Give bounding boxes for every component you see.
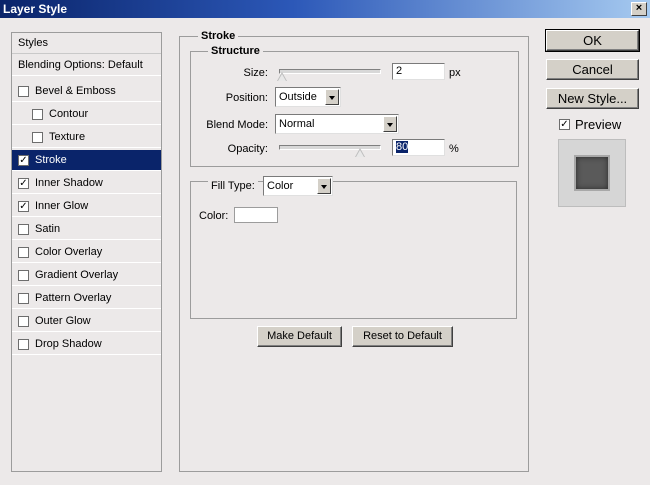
fill-type-group: Fill Type: Color Color:	[190, 176, 517, 319]
ok-label: OK	[583, 33, 602, 48]
sidebar-item-texture[interactable]: Texture	[12, 127, 161, 148]
sidebar-item-bevel-emboss[interactable]: Bevel & Emboss	[12, 81, 161, 102]
preview-checkbox[interactable]: ✓	[559, 119, 570, 130]
sidebar-item-color-overlay[interactable]: Color Overlay	[12, 242, 161, 263]
sidebar-item-inner-glow[interactable]: ✓ Inner Glow	[12, 196, 161, 217]
sidebar-item-outer-glow[interactable]: Outer Glow	[12, 311, 161, 332]
fill-type-value: Color	[267, 180, 294, 192]
stroke-checkbox[interactable]: ✓	[18, 154, 29, 166]
sidebar-item-pattern-overlay[interactable]: Pattern Overlay	[12, 288, 161, 309]
new-style-label: New Style...	[557, 91, 628, 106]
structure-group: Structure Size: 2 px Position: Outside B…	[190, 45, 519, 167]
cancel-button[interactable]: Cancel	[546, 59, 639, 80]
sidebar-item-label: Inner Shadow	[35, 177, 103, 189]
sidebar-item-drop-shadow[interactable]: Drop Shadow	[12, 334, 161, 355]
pattern-overlay-checkbox[interactable]	[18, 292, 29, 304]
opacity-value: 80	[396, 141, 409, 153]
opacity-slider-thumb[interactable]	[355, 148, 365, 157]
satin-checkbox[interactable]	[18, 223, 29, 235]
position-dropdown[interactable]: Outside	[275, 87, 341, 107]
ok-button[interactable]: OK	[545, 29, 640, 52]
sidebar-item-contour[interactable]: Contour	[12, 104, 161, 125]
texture-checkbox[interactable]	[32, 131, 43, 143]
close-icon: ×	[635, 2, 643, 14]
reset-to-default-button[interactable]: Reset to Default	[352, 326, 453, 347]
close-button[interactable]: ×	[631, 2, 647, 16]
sidebar-item-label: Texture	[49, 131, 86, 143]
preview-toggle[interactable]: ✓ Preview	[559, 117, 621, 132]
reset-to-default-label: Reset to Default	[363, 330, 442, 342]
size-unit: px	[449, 67, 461, 79]
opacity-slider-track[interactable]	[279, 145, 381, 150]
drop-shadow-checkbox[interactable]	[18, 338, 29, 350]
fill-type-label: Fill Type:	[208, 180, 258, 192]
contour-checkbox[interactable]	[32, 108, 43, 120]
blending-options-label: Blending Options: Default	[18, 59, 143, 71]
sidebar-item-label: Outer Glow	[35, 315, 91, 327]
sidebar-item-label: Drop Shadow	[35, 338, 102, 350]
bevel-emboss-checkbox[interactable]	[18, 85, 29, 97]
color-label: Color:	[199, 210, 229, 222]
cancel-label: Cancel	[572, 62, 613, 77]
inner-glow-checkbox[interactable]: ✓	[18, 200, 29, 212]
sidebar-item-label: Inner Glow	[35, 200, 89, 212]
title-bar[interactable]: Layer Style ×	[0, 0, 650, 18]
position-label: Position:	[225, 92, 268, 104]
sidebar-item-inner-shadow[interactable]: ✓ Inner Shadow	[12, 173, 161, 194]
style-preview-square	[574, 155, 610, 191]
size-value: 2	[396, 65, 403, 77]
opacity-input[interactable]: 80	[392, 139, 445, 156]
stroke-group-title: Stroke	[198, 30, 239, 42]
blend-mode-label: Blend Mode:	[206, 119, 268, 131]
make-default-label: Make Default	[267, 330, 332, 342]
new-style-button[interactable]: New Style...	[546, 88, 639, 109]
structure-group-title: Structure	[208, 45, 263, 57]
blend-mode-dropdown[interactable]: Normal	[275, 114, 399, 134]
color-overlay-checkbox[interactable]	[18, 246, 29, 258]
chevron-down-icon[interactable]	[317, 178, 331, 194]
fill-type-dropdown[interactable]: Color	[263, 176, 333, 196]
blending-options-item[interactable]: Blending Options: Default	[12, 55, 161, 76]
styles-list: Styles Blending Options: Default Bevel &…	[11, 32, 162, 472]
layer-style-dialog: Layer Style × Styles Blending Options: D…	[0, 0, 650, 485]
sidebar-item-stroke[interactable]: ✓ Stroke	[12, 150, 161, 171]
blend-mode-value: Normal	[279, 118, 315, 130]
opacity-label: Opacity:	[227, 143, 268, 155]
sidebar-item-satin[interactable]: Satin	[12, 219, 161, 240]
color-swatch[interactable]	[234, 207, 278, 223]
styles-header-label: Styles	[18, 37, 48, 49]
sidebar-item-label: Bevel & Emboss	[35, 85, 116, 97]
sidebar-item-label: Contour	[49, 108, 89, 120]
chevron-down-icon[interactable]	[325, 89, 339, 105]
sidebar-item-label: Gradient Overlay	[35, 269, 119, 281]
inner-shadow-checkbox[interactable]: ✓	[18, 177, 29, 189]
gradient-overlay-checkbox[interactable]	[18, 269, 29, 281]
position-value: Outside	[279, 91, 317, 103]
style-preview-thumbnail	[558, 139, 626, 207]
size-input[interactable]: 2	[392, 63, 445, 80]
sidebar-item-label: Stroke	[35, 154, 67, 166]
size-label: Size:	[243, 67, 268, 79]
stroke-group: Stroke Structure Size: 2 px Position: Ou…	[179, 30, 529, 472]
chevron-down-icon[interactable]	[383, 116, 397, 132]
make-default-button[interactable]: Make Default	[257, 326, 342, 347]
preview-label: Preview	[575, 117, 622, 132]
sidebar-item-label: Pattern Overlay	[35, 292, 112, 304]
size-slider-thumb[interactable]	[277, 72, 287, 81]
styles-header[interactable]: Styles	[12, 33, 161, 54]
opacity-unit: %	[449, 143, 459, 155]
outer-glow-checkbox[interactable]	[18, 315, 29, 327]
sidebar-item-label: Color Overlay	[35, 246, 103, 258]
sidebar-item-gradient-overlay[interactable]: Gradient Overlay	[12, 265, 161, 286]
size-slider-track[interactable]	[279, 69, 381, 74]
window-title: Layer Style	[3, 2, 68, 16]
sidebar-item-label: Satin	[35, 223, 61, 235]
